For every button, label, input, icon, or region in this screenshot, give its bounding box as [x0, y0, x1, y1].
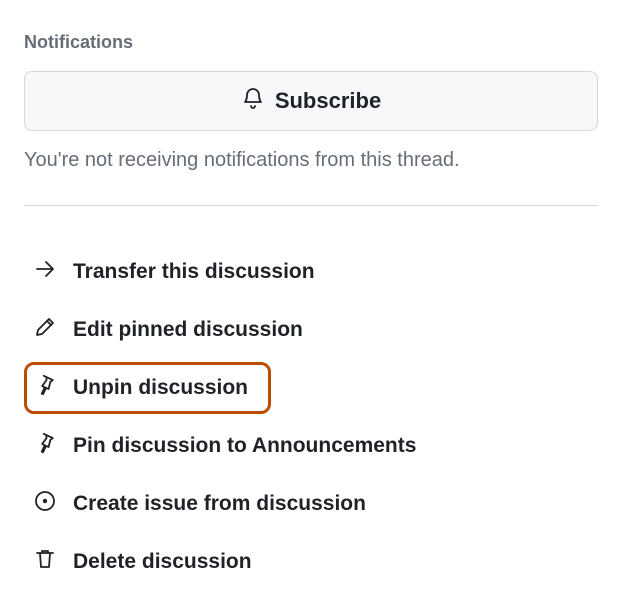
- action-label: Edit pinned discussion: [73, 318, 303, 342]
- unpin-discussion-action[interactable]: Unpin discussion: [24, 362, 271, 414]
- bell-icon: [241, 86, 265, 116]
- trash-icon: [33, 547, 57, 577]
- arrow-right-icon: [33, 257, 57, 287]
- subscribe-button[interactable]: Subscribe: [24, 71, 598, 131]
- notification-status-text: You're not receiving notifications from …: [24, 145, 598, 175]
- divider: [24, 205, 598, 206]
- action-label: Unpin discussion: [73, 376, 248, 400]
- pin-icon: [33, 431, 57, 461]
- edit-pinned-discussion-action[interactable]: Edit pinned discussion: [24, 304, 598, 356]
- discussion-actions: Transfer this discussion Edit pinned dis…: [24, 246, 598, 588]
- transfer-discussion-action[interactable]: Transfer this discussion: [24, 246, 598, 298]
- notifications-heading: Notifications: [24, 32, 598, 53]
- subscribe-label: Subscribe: [275, 88, 381, 114]
- create-issue-action[interactable]: Create issue from discussion: [24, 478, 598, 530]
- action-label: Delete discussion: [73, 550, 252, 574]
- action-label: Create issue from discussion: [73, 492, 366, 516]
- pin-to-announcements-action[interactable]: Pin discussion to Announcements: [24, 420, 598, 472]
- action-label: Pin discussion to Announcements: [73, 434, 416, 458]
- pencil-icon: [33, 315, 57, 345]
- pin-icon: [33, 373, 57, 403]
- action-label: Transfer this discussion: [73, 260, 315, 284]
- issue-icon: [33, 489, 57, 519]
- delete-discussion-action[interactable]: Delete discussion: [24, 536, 598, 588]
